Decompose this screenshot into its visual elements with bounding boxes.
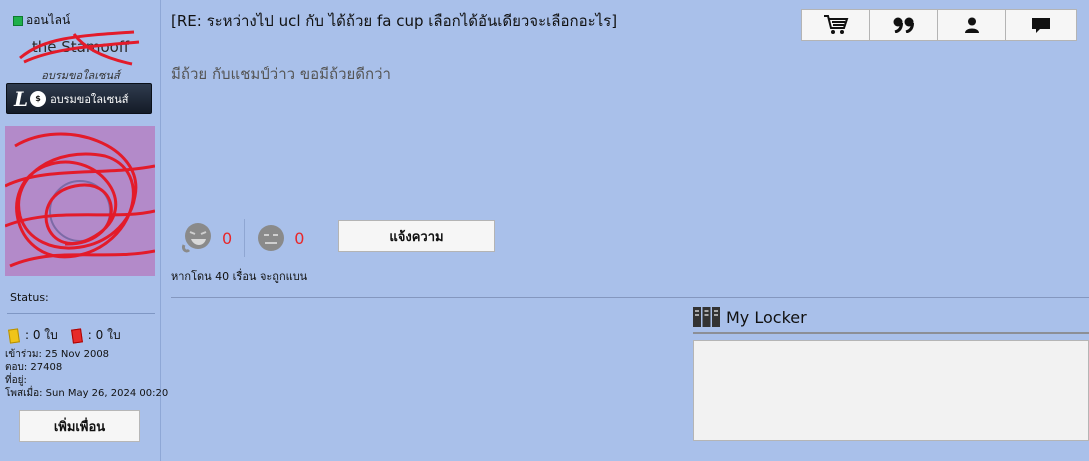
message-icon [1032, 17, 1050, 33]
license-badge[interactable]: L $ อบรมขอใลเซนส์ [6, 83, 152, 114]
red-card-icon [70, 327, 83, 344]
status-label: Status: [10, 291, 49, 304]
badge-letter: L [14, 86, 29, 111]
reply-count: ตอบ: 27408 [5, 362, 63, 373]
online-label: ออนไลน์ [26, 13, 71, 27]
online-status: ออนไลน์ [13, 11, 70, 30]
quote-icon [893, 17, 914, 33]
locker-underline [693, 332, 1089, 334]
sidebar-divider [7, 313, 155, 314]
cart-icon [823, 15, 848, 34]
red-card-count: : 0 ใบ [87, 328, 121, 342]
locker-content [693, 340, 1089, 441]
joined-date: เข้าร่วม: 25 Nov 2008 [5, 349, 110, 360]
report-button[interactable]: แจ้งความ [338, 220, 495, 252]
yellow-card-icon [8, 327, 20, 344]
user-sidebar: ออนไลน์ the Stamooff อบรมขอใลเซนส์ L $ อ… [0, 0, 168, 461]
forum-post-page: ออนไลน์ the Stamooff อบรมขอใลเซนส์ L $ อ… [0, 0, 1089, 461]
user-icon [964, 17, 979, 33]
quote-button[interactable] [869, 9, 938, 41]
laughing-face-icon [182, 223, 211, 253]
like-reaction[interactable]: 0 [180, 221, 232, 255]
reaction-divider [244, 219, 246, 257]
avatar-redaction-scribble [5, 132, 155, 268]
post-body: มีถ้วย กับแชมป์ว่าว ขอมีถ้วยดีกว่า [171, 65, 391, 83]
badge-text: อบรมขอใลเซนส์ [50, 92, 129, 106]
message-button[interactable] [1005, 9, 1077, 41]
ban-warning-note: หากโดน 40 เรื่อน จะถูกแบน [171, 270, 308, 283]
post-toolbar [801, 9, 1077, 41]
username-link[interactable]: the Stamooff [0, 38, 161, 56]
like-count: 0 [222, 228, 233, 248]
post-reactions: 0 0 [180, 219, 304, 257]
post-title: [RE: ระหว่างไป ucl กับ ได้ถ้วย fa cup เล… [171, 12, 618, 30]
user-title: อบรมขอใลเซนส์ [41, 69, 120, 82]
yellow-card-count: : 0 ใบ [25, 328, 58, 342]
locker-icon [693, 307, 720, 327]
avatar[interactable] [5, 126, 155, 276]
posted-time: โพสเมื่อ: Sun May 26, 2024 00:20 [5, 388, 169, 399]
locker-title: My Locker [726, 307, 807, 327]
add-friend-button[interactable]: เพิ่มเพื่อน [19, 410, 140, 442]
profile-button[interactable] [937, 9, 1006, 41]
online-indicator-icon [13, 15, 23, 26]
cart-button[interactable] [801, 9, 870, 41]
dislike-reaction[interactable]: 0 [256, 223, 304, 253]
location: ที่อยู่: [5, 375, 27, 386]
post-divider [171, 297, 1089, 298]
locker-header: My Locker [693, 307, 807, 327]
coin-icon: $ [30, 90, 47, 107]
user-info: เข้าร่วม: 25 Nov 2008 ตอบ: 27408 ที่อยู่… [5, 348, 168, 400]
annoyed-face-icon [258, 225, 285, 251]
dislike-count: 0 [294, 228, 305, 248]
card-counts: : 0 ใบ : 0 ใบ [8, 326, 121, 345]
